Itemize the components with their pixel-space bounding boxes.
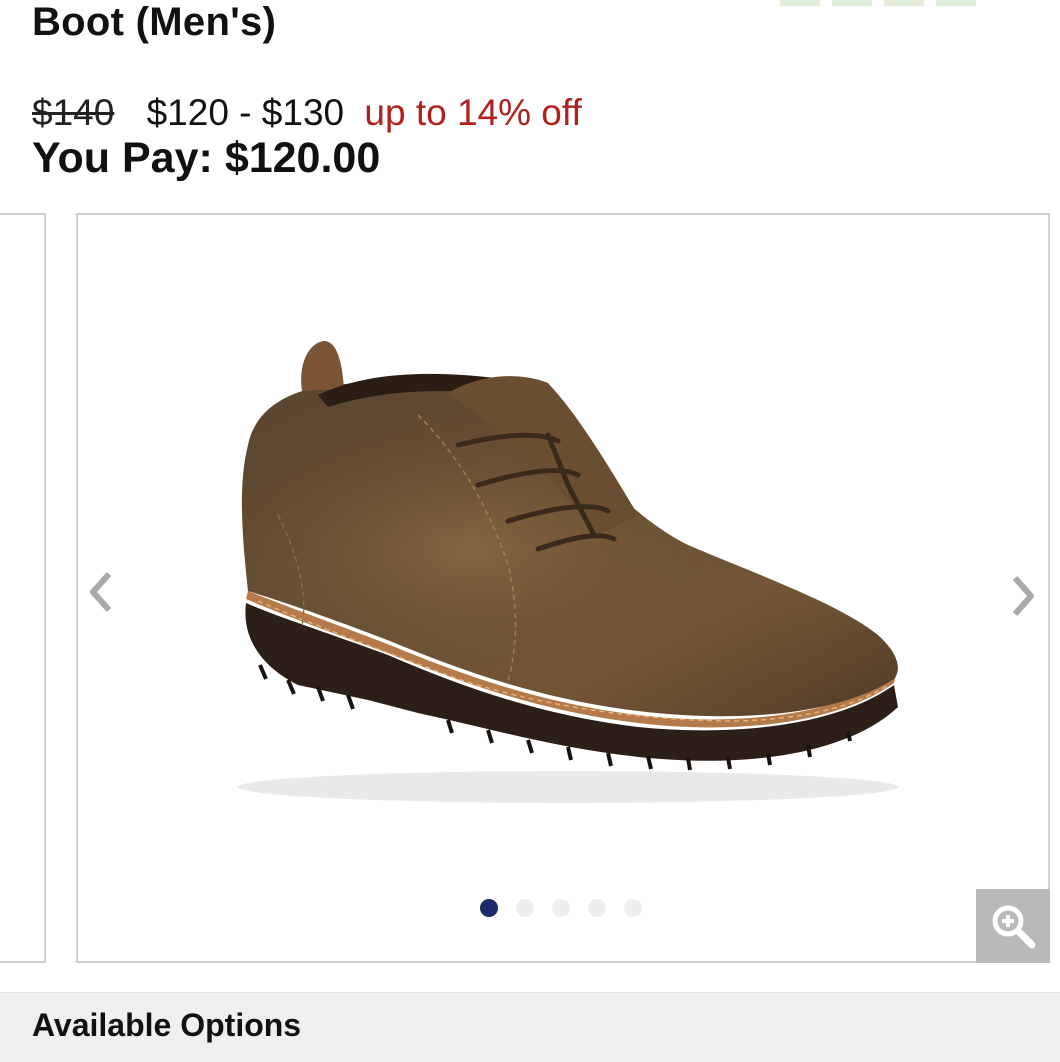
chevron-right-icon (1012, 576, 1034, 616)
available-options-heading: Available Options (32, 1007, 302, 1043)
zoom-in-icon (992, 905, 1036, 949)
previous-image-panel[interactable] (0, 213, 46, 963)
chevron-left-icon (90, 572, 112, 612)
product-image (238, 341, 899, 803)
price-range: $120 - $130 (146, 92, 345, 133)
available-options-section[interactable]: Available Options (0, 992, 1060, 1062)
carousel-dot[interactable] (516, 899, 534, 917)
cut-off-rating-stars (780, 0, 980, 6)
carousel-dot[interactable] (552, 899, 570, 917)
carousel-pagination (480, 899, 642, 917)
carousel-dot[interactable] (480, 899, 498, 917)
product-image-carousel[interactable] (76, 213, 1050, 963)
product-title: Boot (Men's) (32, 0, 277, 44)
you-pay-label: You Pay: (32, 134, 213, 182)
zoom-button[interactable] (976, 889, 1050, 963)
original-price: $140 (32, 92, 115, 133)
carousel-prev-button[interactable] (80, 567, 120, 617)
carousel-next-button[interactable] (1004, 571, 1044, 621)
carousel-dot[interactable] (624, 899, 642, 917)
you-pay-value: $120.00 (224, 134, 381, 182)
discount-label: up to 14% off (364, 92, 582, 133)
you-pay: You Pay: $120.00 (32, 134, 380, 183)
price-row: $140 $120 - $130 up to 14% off (32, 92, 582, 134)
carousel-dot[interactable] (588, 899, 606, 917)
